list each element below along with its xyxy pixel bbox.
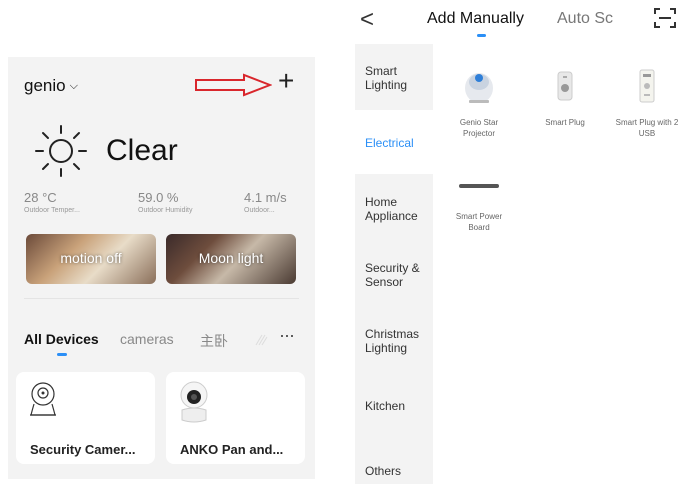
- category-smart-lighting[interactable]: Smart Lighting: [365, 64, 425, 92]
- sun-icon: [35, 125, 87, 177]
- product-smart-power-board[interactable]: Smart Power Board: [448, 176, 510, 233]
- projector-icon: [465, 73, 493, 103]
- wind-value: 4.1 m/s: [244, 190, 287, 205]
- temperature-label: Outdoor Temper...: [24, 207, 80, 214]
- category-others[interactable]: Others: [365, 464, 401, 478]
- temperature-value: 28 °C: [24, 190, 57, 205]
- annotation-arrow-icon: [195, 73, 272, 97]
- category-electrical[interactable]: Electrical: [365, 136, 414, 150]
- camera-icon: [30, 382, 56, 416]
- smart-plug-icon: [557, 71, 573, 101]
- home-screen: genio ⌵ + Clear 28 °C Outdoor Temper... 5…: [8, 57, 315, 479]
- device-card-anko-pan[interactable]: ANKO Pan and...: [166, 372, 305, 464]
- humidity-label: Outdoor Humidity: [138, 207, 193, 214]
- active-tab-indicator: [57, 353, 67, 356]
- tab-auto-scan[interactable]: Auto Sc: [557, 10, 613, 28]
- tab-add-manually[interactable]: Add Manually: [427, 10, 524, 28]
- humidity-value: 59.0 %: [138, 190, 179, 205]
- category-security-sensor[interactable]: Security & Sensor: [365, 261, 433, 289]
- tab-cameras[interactable]: cameras: [120, 331, 174, 347]
- category-kitchen[interactable]: Kitchen: [365, 399, 405, 413]
- device-name: Security Camer...: [30, 442, 136, 457]
- scene-moon-light[interactable]: Moon light: [166, 234, 296, 284]
- home-name-label: genio: [24, 76, 66, 95]
- product-name: Genio Star Projector: [459, 118, 499, 138]
- add-device-button[interactable]: +: [278, 67, 294, 95]
- pan-camera-icon: [180, 381, 208, 423]
- smart-plug-usb-icon: [639, 69, 655, 103]
- home-selector[interactable]: genio ⌵: [24, 76, 78, 96]
- product-name: Smart Plug with 2 USB: [615, 118, 679, 138]
- chevron-down-icon: ⌵: [69, 80, 78, 92]
- product-name: Smart Plug: [545, 118, 585, 127]
- scene-motion-off[interactable]: motion off: [26, 234, 156, 284]
- category-home-appliance[interactable]: Home Appliance: [365, 195, 425, 223]
- temperature-stat: 28 °C Outdoor Temper...: [24, 190, 80, 214]
- active-tab-indicator: [477, 34, 486, 37]
- humidity-stat: 59.0 % Outdoor Humidity: [138, 190, 192, 214]
- scene-label: Moon light: [198, 250, 264, 266]
- wind-stat: 4.1 m/s Outdoor...: [244, 190, 287, 214]
- room-icon: [255, 334, 268, 346]
- product-genio-star-projector[interactable]: Genio Star Projector: [448, 66, 510, 139]
- device-name: ANKO Pan and...: [180, 442, 284, 457]
- wind-label: Outdoor...: [244, 207, 275, 214]
- weather-condition: Clear: [106, 134, 178, 167]
- tab-master-bedroom[interactable]: 主卧: [200, 331, 228, 351]
- scene-label: motion off: [60, 250, 122, 266]
- power-board-icon: [459, 184, 499, 188]
- product-name: Smart Power Board: [455, 212, 503, 232]
- tab-all-devices[interactable]: All Devices: [24, 331, 99, 347]
- scan-icon[interactable]: [653, 6, 677, 30]
- product-smart-plug[interactable]: Smart Plug: [537, 66, 593, 128]
- product-smart-plug-2usb[interactable]: Smart Plug with 2 USB: [614, 66, 680, 139]
- back-button[interactable]: <: [360, 6, 374, 34]
- device-card-security-camera[interactable]: Security Camer...: [16, 372, 155, 464]
- category-christmas-lighting[interactable]: Christmas Lighting: [365, 327, 429, 355]
- divider: [24, 298, 299, 299]
- more-tabs-button[interactable]: ···: [279, 325, 295, 346]
- category-sidebar: Smart Lighting Electrical Home Appliance…: [355, 44, 433, 484]
